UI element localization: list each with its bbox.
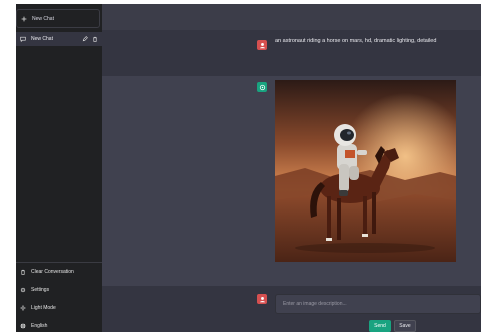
plus-icon bbox=[21, 16, 27, 22]
language-button[interactable]: English bbox=[16, 317, 102, 332]
pencil-icon[interactable] bbox=[82, 36, 88, 42]
language-label: English bbox=[31, 323, 48, 329]
astronaut-horse-image bbox=[275, 80, 456, 262]
user-avatar bbox=[257, 40, 267, 50]
user-icon bbox=[259, 42, 265, 48]
chat-bubble-icon bbox=[20, 36, 26, 42]
new-chat-button[interactable]: New Chat bbox=[16, 9, 100, 28]
settings-label: Settings bbox=[31, 287, 50, 293]
user-icon bbox=[259, 296, 265, 302]
sidebar: New Chat New Chat Clear Conversation Set… bbox=[16, 4, 102, 332]
globe-icon bbox=[20, 323, 26, 329]
assistant-avatar bbox=[257, 82, 267, 92]
user-prompt-text: an astronaut riding a horse on mars, hd,… bbox=[275, 38, 437, 44]
light-mode-label: Light Mode bbox=[31, 305, 56, 311]
new-chat-label: New Chat bbox=[32, 15, 54, 22]
top-bar bbox=[102, 4, 481, 30]
sidebar-item-label: New Chat bbox=[31, 36, 53, 42]
sidebar-footer: Clear Conversation Settings Light Mode E… bbox=[16, 262, 102, 332]
trash-icon[interactable] bbox=[92, 36, 98, 42]
clear-conversation-label: Clear Conversation bbox=[31, 269, 74, 275]
save-button[interactable]: Save bbox=[394, 320, 416, 332]
sun-icon bbox=[20, 305, 26, 311]
gear-icon bbox=[20, 287, 26, 293]
image-description-input[interactable]: Enter an image description... bbox=[275, 294, 481, 314]
generated-image bbox=[275, 80, 456, 262]
input-placeholder: Enter an image description... bbox=[283, 301, 347, 307]
trash-icon bbox=[20, 269, 26, 275]
settings-button[interactable]: Settings bbox=[16, 281, 102, 299]
composer-user-avatar bbox=[257, 294, 267, 304]
assistant-logo-icon bbox=[259, 84, 265, 90]
send-button[interactable]: Send bbox=[369, 320, 391, 332]
light-mode-button[interactable]: Light Mode bbox=[16, 299, 102, 317]
clear-conversation-button[interactable]: Clear Conversation bbox=[16, 263, 102, 281]
sidebar-item-chat[interactable]: New Chat bbox=[16, 32, 102, 46]
